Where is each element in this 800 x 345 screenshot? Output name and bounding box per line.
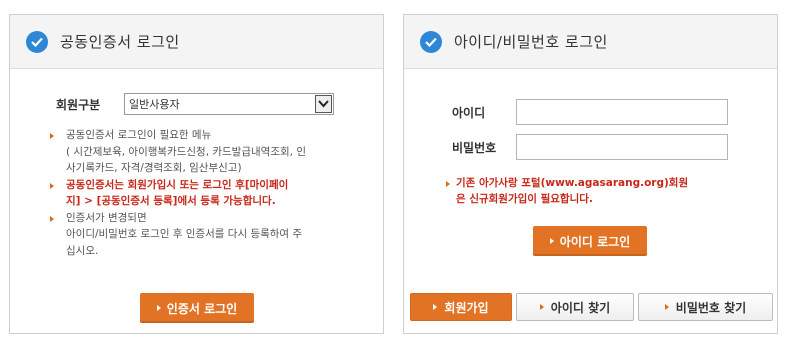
arrow-right-icon — [446, 181, 450, 187]
chevron-down-icon[interactable] — [315, 95, 332, 113]
note-line: 인증서가 변경되면 — [66, 211, 147, 224]
join-button-label: 회원가입 — [444, 300, 489, 315]
account-actions: 회원가입 아이디 찾기 비밀번호 찾기 — [410, 293, 773, 321]
arrow-right-icon — [433, 304, 438, 310]
arrow-right-icon — [549, 238, 554, 244]
member-type-selected: 일반사용자 — [129, 98, 180, 111]
arrow-right-icon — [50, 215, 54, 222]
id-label: 아이디 — [452, 105, 486, 120]
password-input[interactable] — [516, 134, 728, 160]
find-password-button-label: 비밀번호 찾기 — [675, 300, 747, 315]
id-login-button-label: 아이디 로그인 — [559, 234, 631, 249]
signup-notice: 기존 아가사랑 포털(www.agasarang.org)회원 은 신규회원가입… — [446, 175, 750, 207]
notice-line: 기존 아가사랑 포털(www.agasarang.org)회원 — [456, 177, 689, 189]
note-line: 공동인증서 로그인이 필요한 메뉴 — [66, 129, 212, 141]
cert-login-notes: 공동인증서 로그인이 필요한 메뉴 ( 시간제보육, 아이행복카드신청, 카드발… — [50, 127, 354, 260]
password-row: 비밀번호 — [452, 134, 728, 160]
note-line: 사기록카드, 자격/경력조회, 임산부신고) — [66, 162, 242, 174]
note-line: 아이디/비밀번호 로그인 후 인증서를 다시 등록하여 주 — [66, 228, 303, 240]
note-line: 십시오. — [66, 244, 99, 257]
note-line: 공동인증서는 회원가입시 또는 로그인 후[마이페이 — [66, 178, 289, 191]
arrow-right-icon — [156, 305, 161, 311]
note-required-menus: 공동인증서 로그인이 필요한 메뉴 ( 시간제보육, 아이행복카드신청, 카드발… — [50, 127, 354, 177]
check-circle-icon — [420, 30, 442, 53]
cert-login-button[interactable]: 인증서 로그인 — [140, 293, 254, 323]
id-login-panel: 아이디/비밀번호 로그인 아이디 비밀번호 기존 아가사랑 포털(www.aga… — [403, 14, 778, 334]
note-registration: 공동인증서는 회원가입시 또는 로그인 후[마이페이 지] > [공동인증서 등… — [50, 177, 354, 210]
find-password-button[interactable]: 비밀번호 찾기 — [638, 293, 773, 321]
note-cert-changed: 인증서가 변경되면 아이디/비밀번호 로그인 후 인증서를 다시 등록하여 주 … — [50, 210, 354, 260]
arrow-right-icon — [50, 182, 54, 189]
cert-login-button-label: 인증서 로그인 — [166, 301, 238, 316]
cert-login-header: 공동인증서 로그인 — [10, 15, 383, 69]
password-label: 비밀번호 — [452, 140, 497, 155]
member-type-select[interactable]: 일반사용자 — [124, 93, 334, 115]
join-button[interactable]: 회원가입 — [410, 293, 512, 321]
note-line: ( 시간제보육, 아이행복카드신청, 카드발급내역조회, 인 — [66, 145, 306, 158]
member-type-row: 회원구분 일반사용자 — [56, 93, 334, 115]
id-input[interactable] — [516, 99, 728, 125]
arrow-right-icon — [50, 133, 54, 139]
check-circle-icon — [26, 30, 48, 53]
id-row: 아이디 — [452, 99, 728, 125]
id-login-button[interactable]: 아이디 로그인 — [533, 226, 647, 256]
cert-login-panel: 공동인증서 로그인 회원구분 일반사용자 공동인증서 로그인이 필요한 메뉴 (… — [9, 14, 384, 334]
member-type-label: 회원구분 — [56, 97, 101, 112]
cert-login-title: 공동인증서 로그인 — [60, 33, 180, 51]
id-login-title: 아이디/비밀번호 로그인 — [454, 33, 608, 51]
find-id-button[interactable]: 아이디 찾기 — [516, 293, 634, 321]
note-line: 지] > [공동인증서 등록]에서 등록 가능합니다. — [66, 195, 276, 207]
find-id-button-label: 아이디 찾기 — [550, 300, 611, 315]
notice-line: 은 신규회원가입이 필요합니다. — [456, 193, 593, 205]
id-login-header: 아이디/비밀번호 로그인 — [404, 15, 777, 69]
arrow-right-icon — [539, 304, 544, 310]
arrow-right-icon — [664, 304, 669, 310]
